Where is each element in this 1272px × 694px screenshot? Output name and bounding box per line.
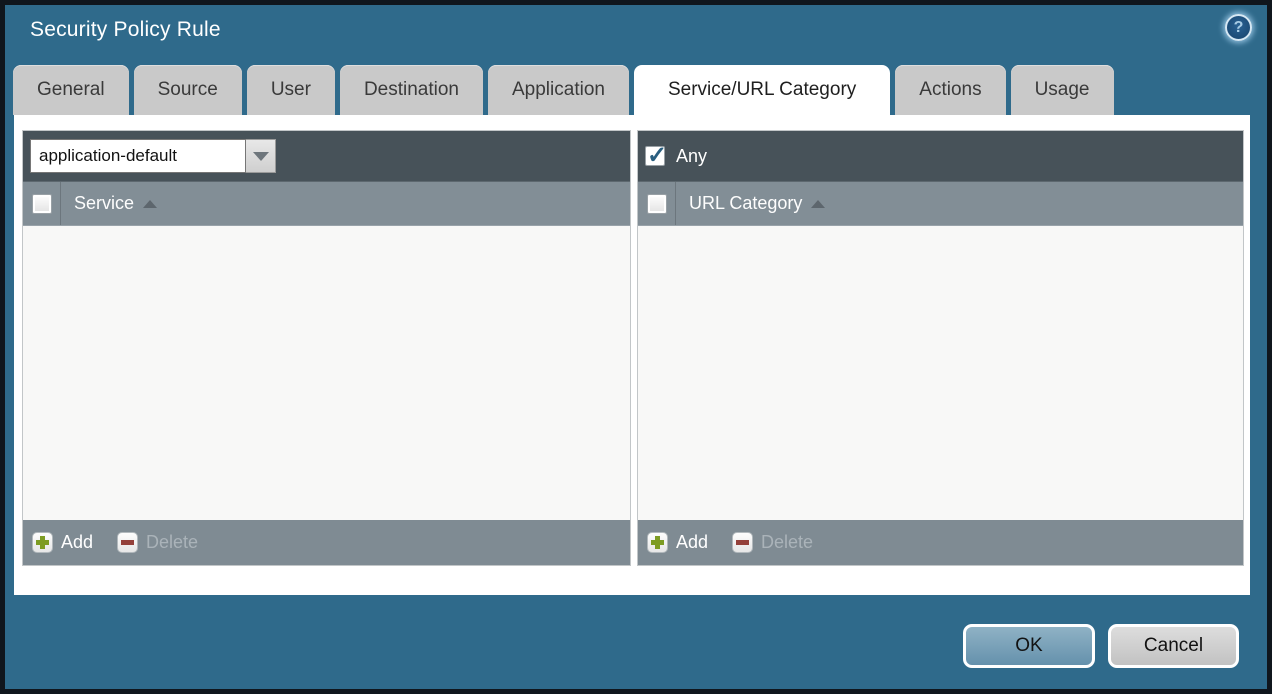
service-footer: Add Delete — [23, 520, 630, 565]
url-category-toolbar: Any — [638, 131, 1243, 181]
url-category-grid-header: URL Category — [638, 181, 1243, 226]
screen: Security Policy Rule ? General Source Us… — [0, 0, 1272, 694]
tab-usage[interactable]: Usage — [1011, 65, 1114, 115]
service-select-all-checkbox[interactable] — [32, 194, 52, 214]
url-category-list — [638, 226, 1243, 520]
add-url-category-button[interactable]: Add — [647, 532, 708, 553]
service-grid-header: Service — [23, 181, 630, 226]
delete-url-category-label: Delete — [761, 532, 813, 553]
tab-service-url-category[interactable]: Service/URL Category — [634, 65, 890, 115]
any-checkbox[interactable] — [645, 146, 665, 166]
minus-icon — [732, 532, 753, 553]
url-category-column-label: URL Category — [689, 193, 802, 214]
cancel-button[interactable]: Cancel — [1108, 624, 1239, 668]
add-service-button[interactable]: Add — [32, 532, 93, 553]
service-type-input[interactable] — [30, 139, 246, 173]
add-service-label: Add — [61, 532, 93, 553]
any-label: Any — [676, 146, 707, 167]
sort-ascending-icon — [811, 200, 825, 208]
tab-destination[interactable]: Destination — [340, 65, 483, 115]
chevron-down-icon[interactable] — [246, 139, 276, 173]
delete-url-category-button[interactable]: Delete — [732, 532, 813, 553]
help-question-icon[interactable]: ? — [1225, 14, 1252, 41]
service-column-header[interactable]: Service — [74, 182, 157, 225]
security-policy-rule-dialog: Security Policy Rule ? General Source Us… — [5, 5, 1267, 689]
service-list — [23, 226, 630, 520]
delete-service-button[interactable]: Delete — [117, 532, 198, 553]
service-type-combo — [30, 139, 276, 173]
url-category-column-header[interactable]: URL Category — [689, 182, 825, 225]
minus-icon — [117, 532, 138, 553]
ok-button[interactable]: OK — [963, 624, 1095, 668]
delete-service-label: Delete — [146, 532, 198, 553]
tab-actions[interactable]: Actions — [895, 65, 1005, 115]
plus-icon — [647, 532, 668, 553]
tab-general[interactable]: General — [13, 65, 129, 115]
dialog-title: Security Policy Rule — [30, 18, 221, 42]
tab-bar: General Source User Destination Applicat… — [13, 65, 1114, 115]
plus-icon — [32, 532, 53, 553]
tab-user[interactable]: User — [247, 65, 335, 115]
sort-ascending-icon — [143, 200, 157, 208]
tab-source[interactable]: Source — [134, 65, 242, 115]
service-select-all-cell — [23, 182, 61, 225]
tab-content: Service Add Delete — [14, 115, 1250, 595]
tab-application[interactable]: Application — [488, 65, 629, 115]
add-url-category-label: Add — [676, 532, 708, 553]
service-panel: Service Add Delete — [22, 130, 631, 566]
url-category-select-all-checkbox[interactable] — [647, 194, 667, 214]
url-category-panel: Any URL Category Add — [637, 130, 1244, 566]
service-toolbar — [23, 131, 630, 181]
url-category-select-all-cell — [638, 182, 676, 225]
chevron-down-glyph — [253, 152, 269, 161]
service-column-label: Service — [74, 193, 134, 214]
url-category-footer: Add Delete — [638, 520, 1243, 565]
